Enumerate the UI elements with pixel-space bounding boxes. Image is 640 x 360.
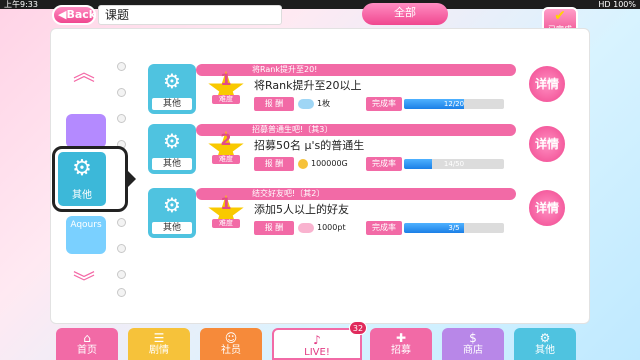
progress-bar: 14/50 [404, 159, 504, 169]
tab-member[interactable]: ☺ 社员 [200, 328, 262, 360]
binder-ring [117, 62, 126, 71]
reward: 1000pt [298, 220, 362, 236]
gear-icon: ⚙ [163, 69, 181, 93]
tab-label: 商店 [463, 345, 483, 356]
sidebar-tab-other[interactable]: ⚙ 其他 [52, 146, 136, 212]
gear-icon: ⚙ [163, 193, 181, 217]
tab-label: 招募 [391, 345, 411, 356]
tab-label: 首页 [77, 345, 97, 356]
page-title: 课题 [98, 5, 282, 25]
reward: 100000G [298, 156, 362, 172]
binder-ring [117, 88, 126, 97]
completion-rate-label: 完成率 [366, 97, 402, 111]
detail-button[interactable]: 详情 [527, 188, 567, 228]
reward-value: 1000pt [317, 223, 346, 232]
binder-ring [117, 244, 126, 253]
reward: 1枚 [298, 96, 362, 112]
difficulty-star-icon: ★ 1 难度 [202, 188, 250, 238]
ticket-icon [298, 98, 314, 109]
difficulty-label: 难度 [212, 95, 240, 104]
tab-scout[interactable]: ✚ 招募 [370, 328, 432, 360]
shop-icon: $ [469, 331, 477, 345]
task-category: ⚙ 其他 [148, 124, 196, 174]
back-button[interactable]: ◀Back [52, 5, 96, 25]
task-category-label: 其他 [152, 158, 192, 170]
task-category-label: 其他 [152, 222, 192, 234]
selection-pointer [126, 169, 136, 189]
difficulty-value: 1 [220, 194, 232, 213]
progress-text: 12/20 [443, 100, 465, 108]
tab-shop[interactable]: $ 商店 [442, 328, 504, 360]
live-icon: ♪ [313, 333, 321, 347]
friend-point-icon [298, 222, 314, 233]
progress-bar: 12/20 [404, 99, 504, 109]
scroll-down-icon[interactable]: ︾ [70, 270, 98, 298]
task-card: ⚙ 其他 招募普通生吧!〔其3〕 ★ 2 难度 招募50名 μ's的普通生 报 … [148, 124, 520, 178]
progress-text: 14/50 [443, 160, 465, 168]
reward-label: 报 酬 [254, 221, 294, 235]
back-button-label: Back [66, 8, 97, 21]
difficulty-label: 难度 [212, 155, 240, 164]
scroll-up-icon[interactable]: ︽ [70, 60, 98, 88]
task-card: ⚙ 其他 结交好友吧!〔其2〕 ★ 1 难度 添加5人以上的好友 报 酬 100… [148, 188, 520, 242]
task-name: 招募50名 μ's的普通生 [254, 139, 365, 152]
task-card: ⚙ 其他 将Rank提升至20! ★ 1 难度 将Rank提升至20以上 报 酬… [148, 64, 520, 118]
progress-text: 3/5 [448, 224, 460, 232]
home-icon: ⌂ [83, 331, 91, 345]
task-category: ⚙ 其他 [148, 64, 196, 114]
tab-label: LIVE! [304, 347, 330, 358]
sidebar-tab-other-label: 其他 [72, 190, 92, 201]
tab-home[interactable]: ⌂ 首页 [56, 328, 118, 360]
task-category-label: 其他 [152, 98, 192, 110]
tab-live[interactable]: ♪ LIVE! [272, 328, 362, 360]
completion-rate-label: 完成率 [366, 157, 402, 171]
status-indicators: HD 100% [598, 0, 636, 9]
sidebar-tab-aqours[interactable]: Aqours [66, 216, 106, 254]
detail-button[interactable]: 详情 [527, 64, 567, 104]
check-icon: ✔ [554, 8, 566, 24]
gear-icon: ⚙ [163, 129, 181, 153]
binder-ring [117, 270, 126, 279]
difficulty-label: 难度 [212, 219, 240, 228]
coin-icon [298, 158, 308, 169]
tab-label: 其他 [535, 345, 555, 356]
reward-value: 100000G [311, 159, 348, 168]
difficulty-value: 1 [220, 70, 232, 89]
gear-icon: ⚙ [72, 156, 92, 181]
sidebar-tab-muse[interactable] [66, 114, 106, 148]
binder-ring [117, 288, 126, 297]
filter-button[interactable]: 全部 [362, 3, 448, 25]
reward-label: 报 酬 [254, 97, 294, 111]
difficulty-value: 2 [220, 130, 232, 149]
reward-label: 报 酬 [254, 157, 294, 171]
story-icon: ☰ [153, 331, 165, 345]
live-count-badge: 32 [349, 321, 367, 335]
sidebar-tab-other-face: ⚙ 其他 [58, 152, 106, 206]
progress-bar: 3/5 [404, 223, 504, 233]
task-name: 添加5人以上的好友 [254, 203, 349, 216]
task-category: ⚙ 其他 [148, 188, 196, 238]
tab-label: 社员 [221, 345, 241, 356]
detail-button[interactable]: 详情 [527, 124, 567, 164]
status-time: 上午9:33 [4, 0, 38, 9]
difficulty-star-icon: ★ 2 难度 [202, 124, 250, 174]
tab-story[interactable]: ☰ 剧情 [128, 328, 190, 360]
binder-ring [117, 114, 126, 123]
tab-other[interactable]: ⚙ 其他 [514, 328, 576, 360]
difficulty-star-icon: ★ 1 难度 [202, 64, 250, 114]
completion-rate-label: 完成率 [366, 221, 402, 235]
task-name: 将Rank提升至20以上 [254, 79, 362, 92]
scout-icon: ✚ [395, 331, 407, 345]
binder-ring [117, 218, 126, 227]
other-icon: ⚙ [539, 331, 551, 345]
tab-label: 剧情 [149, 345, 169, 356]
reward-value: 1枚 [317, 99, 331, 108]
member-icon: ☺ [224, 331, 238, 345]
